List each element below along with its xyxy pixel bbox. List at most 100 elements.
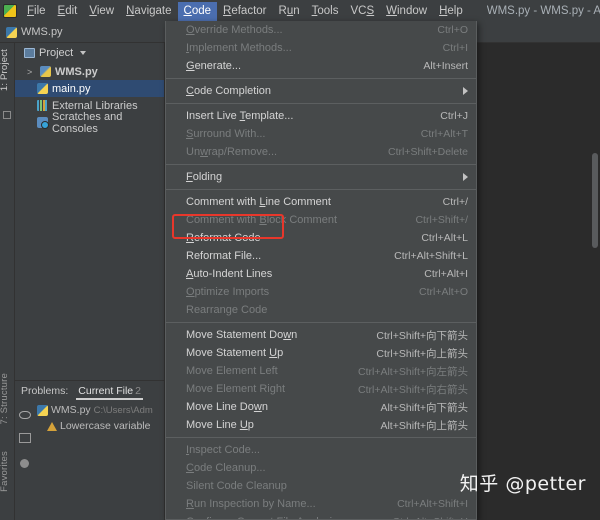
menu-item-folding[interactable]: Folding xyxy=(166,168,476,186)
problems-list: WMS.py C:\Users\Adm Lowercase variable xyxy=(37,402,164,434)
menubar-item-navigate[interactable]: Navigate xyxy=(120,2,177,21)
library-icon xyxy=(37,100,48,111)
menu-separator xyxy=(166,103,476,104)
menu-separator xyxy=(166,164,476,165)
menu-item-shortcut: Alt+Shift+向上箭头 xyxy=(380,418,468,433)
menu-item-label: Reformat Code xyxy=(186,232,411,244)
menu-item-shortcut: Ctrl+Shift+向下箭头 xyxy=(376,328,468,343)
scratches-icon xyxy=(37,117,48,128)
lightbulb-icon[interactable] xyxy=(20,459,29,468)
problems-count: 2 xyxy=(135,385,141,397)
python-file-icon xyxy=(37,405,48,416)
tool-button-project[interactable]: 1: Project xyxy=(0,49,10,91)
menu-separator xyxy=(166,437,476,438)
menu-item-reformat-file[interactable]: Reformat File...Ctrl+Alt+Shift+L xyxy=(166,247,476,265)
editor-tab-wms[interactable]: WMS.py xyxy=(0,24,71,40)
module-icon xyxy=(40,66,51,77)
menubar-item-edit[interactable]: Edit xyxy=(52,2,84,21)
problems-file-row[interactable]: WMS.py C:\Users\Adm xyxy=(37,402,164,418)
menubar-item-vcs[interactable]: VCS xyxy=(344,2,380,21)
editor-scrollbar-thumb[interactable] xyxy=(592,153,598,248)
menu-item-label: Override Methods... xyxy=(186,24,427,36)
window-title: WMS.py - WMS.py - Administ xyxy=(487,5,600,17)
python-file-icon xyxy=(6,27,17,38)
menu-item-optimize-imports: Optimize ImportsCtrl+Alt+O xyxy=(166,283,476,301)
problems-file-path: C:\Users\Adm xyxy=(94,405,153,416)
project-icon xyxy=(24,48,35,58)
menu-item-shortcut: Ctrl+Alt+Shift+向右箭头 xyxy=(358,382,468,397)
menubar-item-window[interactable]: Window xyxy=(380,2,433,21)
menu-item-move-line-down[interactable]: Move Line DownAlt+Shift+向下箭头 xyxy=(166,398,476,416)
application-icon xyxy=(3,4,17,18)
menubar-item-run[interactable]: Run xyxy=(273,2,306,21)
problems-issue-row[interactable]: Lowercase variable xyxy=(37,418,164,434)
menu-item-label: Comment with Line Comment xyxy=(186,196,433,208)
left-tool-window-strip: 1: Project 7: Structure Favorites xyxy=(0,43,15,520)
menu-item-inspect-code: Inspect Code... xyxy=(166,441,476,459)
menubar-item-code[interactable]: Code xyxy=(178,2,218,21)
project-panel-header[interactable]: Project xyxy=(15,43,164,63)
menu-item-shortcut: Ctrl+Alt+I xyxy=(424,268,468,280)
menu-separator xyxy=(166,322,476,323)
menu-item-shortcut: Alt+Insert xyxy=(423,60,468,72)
menu-item-move-element-left: Move Element LeftCtrl+Alt+Shift+向左箭头 xyxy=(166,362,476,380)
watermark: 知乎 @petter xyxy=(460,469,586,496)
panel-layout-icon[interactable] xyxy=(19,433,31,443)
menu-separator xyxy=(166,189,476,190)
chevron-right-icon xyxy=(463,87,468,95)
menu-item-label: Code Completion xyxy=(186,85,455,97)
menu-item-move-line-up[interactable]: Move Line UpAlt+Shift+向上箭头 xyxy=(166,416,476,434)
chevron-down-icon[interactable] xyxy=(80,51,86,55)
menu-item-label: Silent Code Cleanup xyxy=(186,480,468,492)
project-tree-item-label: main.py xyxy=(52,83,91,95)
menubar-item-tools[interactable]: Tools xyxy=(306,2,345,21)
menu-item-shortcut: Ctrl+Alt+L xyxy=(421,232,468,244)
menu-item-shortcut: Ctrl+Alt+O xyxy=(419,286,468,298)
menu-item-surround-with: Surround With...Ctrl+Alt+T xyxy=(166,125,476,143)
menu-item-silent-code-cleanup: Silent Code Cleanup xyxy=(166,477,476,495)
eye-icon[interactable] xyxy=(19,411,31,419)
menu-item-reformat-code[interactable]: Reformat Code Ctrl+Alt+L xyxy=(166,229,476,247)
project-tree-item[interactable]: main.py xyxy=(15,80,164,97)
menu-item-move-statement-down[interactable]: Move Statement DownCtrl+Shift+向下箭头 xyxy=(166,326,476,344)
tab-current-file[interactable]: Current File2 xyxy=(76,383,143,400)
menu-item-run-inspection-by-name: Run Inspection by Name...Ctrl+Alt+Shift+… xyxy=(166,495,476,513)
menu-item-auto-indent-lines[interactable]: Auto-Indent LinesCtrl+Alt+I xyxy=(166,265,476,283)
menu-item-label: Generate... xyxy=(186,60,413,72)
menu-item-insert-live-template[interactable]: Insert Live Template...Ctrl+J xyxy=(166,107,476,125)
menu-item-label: Rearrange Code xyxy=(186,304,468,316)
menu-item-implement-methods: Implement Methods...Ctrl+I xyxy=(166,39,476,57)
python-file-icon xyxy=(37,83,48,94)
menubar-item-file[interactable]: File xyxy=(21,2,52,21)
menu-item-label: Configure Current File Analysis... xyxy=(186,516,382,520)
menu-item-label: Move Element Left xyxy=(186,365,348,377)
menu-item-generate[interactable]: Generate... Alt+Insert xyxy=(166,57,476,75)
menu-item-comment-with-line-comment[interactable]: Comment with Line Comment Ctrl+/ xyxy=(166,193,476,211)
problems-side-toolbar xyxy=(15,403,35,520)
menu-item-shortcut: Ctrl+/ xyxy=(443,196,468,208)
menu-item-label: Reformat File... xyxy=(186,250,384,262)
project-tree-item[interactable]: Scratches and Consoles xyxy=(15,114,164,131)
problems-label: Problems: xyxy=(21,385,68,397)
main-menu-bar: FileEditViewNavigateCodeRefactorRunTools… xyxy=(0,0,600,22)
menu-item-unwrap-remove: Unwrap/Remove...Ctrl+Shift+Delete xyxy=(166,143,476,161)
menu-item-shortcut: Ctrl+Shift+向上箭头 xyxy=(376,346,468,361)
project-tree: >WMS.pymain.pyExternal LibrariesScratche… xyxy=(15,63,164,131)
menu-item-override-methods: Override Methods...Ctrl+O xyxy=(166,21,476,39)
tree-twisty-icon[interactable]: > xyxy=(27,67,36,77)
project-tree-item[interactable]: >WMS.py xyxy=(15,63,164,80)
tool-button-structure[interactable]: 7: Structure xyxy=(0,373,10,425)
menu-item-shortcut: Ctrl+I xyxy=(443,42,468,54)
menu-item-move-statement-up[interactable]: Move Statement UpCtrl+Shift+向上箭头 xyxy=(166,344,476,362)
warning-icon xyxy=(47,422,57,431)
tool-button-favorites[interactable]: Favorites xyxy=(0,451,10,492)
menu-item-shortcut: Ctrl+J xyxy=(440,110,468,122)
pycharm-window: FileEditViewNavigateCodeRefactorRunTools… xyxy=(0,0,600,520)
menu-item-move-element-right: Move Element RightCtrl+Alt+Shift+向右箭头 xyxy=(166,380,476,398)
menu-item-code-completion[interactable]: Code Completion xyxy=(166,82,476,100)
menubar-item-help[interactable]: Help xyxy=(433,2,469,21)
menu-item-label: Code Cleanup... xyxy=(186,462,468,474)
menubar-item-refactor[interactable]: Refactor xyxy=(217,2,272,21)
menu-item-shortcut: Ctrl+Alt+Shift+I xyxy=(397,498,468,510)
menubar-item-view[interactable]: View xyxy=(83,2,120,21)
